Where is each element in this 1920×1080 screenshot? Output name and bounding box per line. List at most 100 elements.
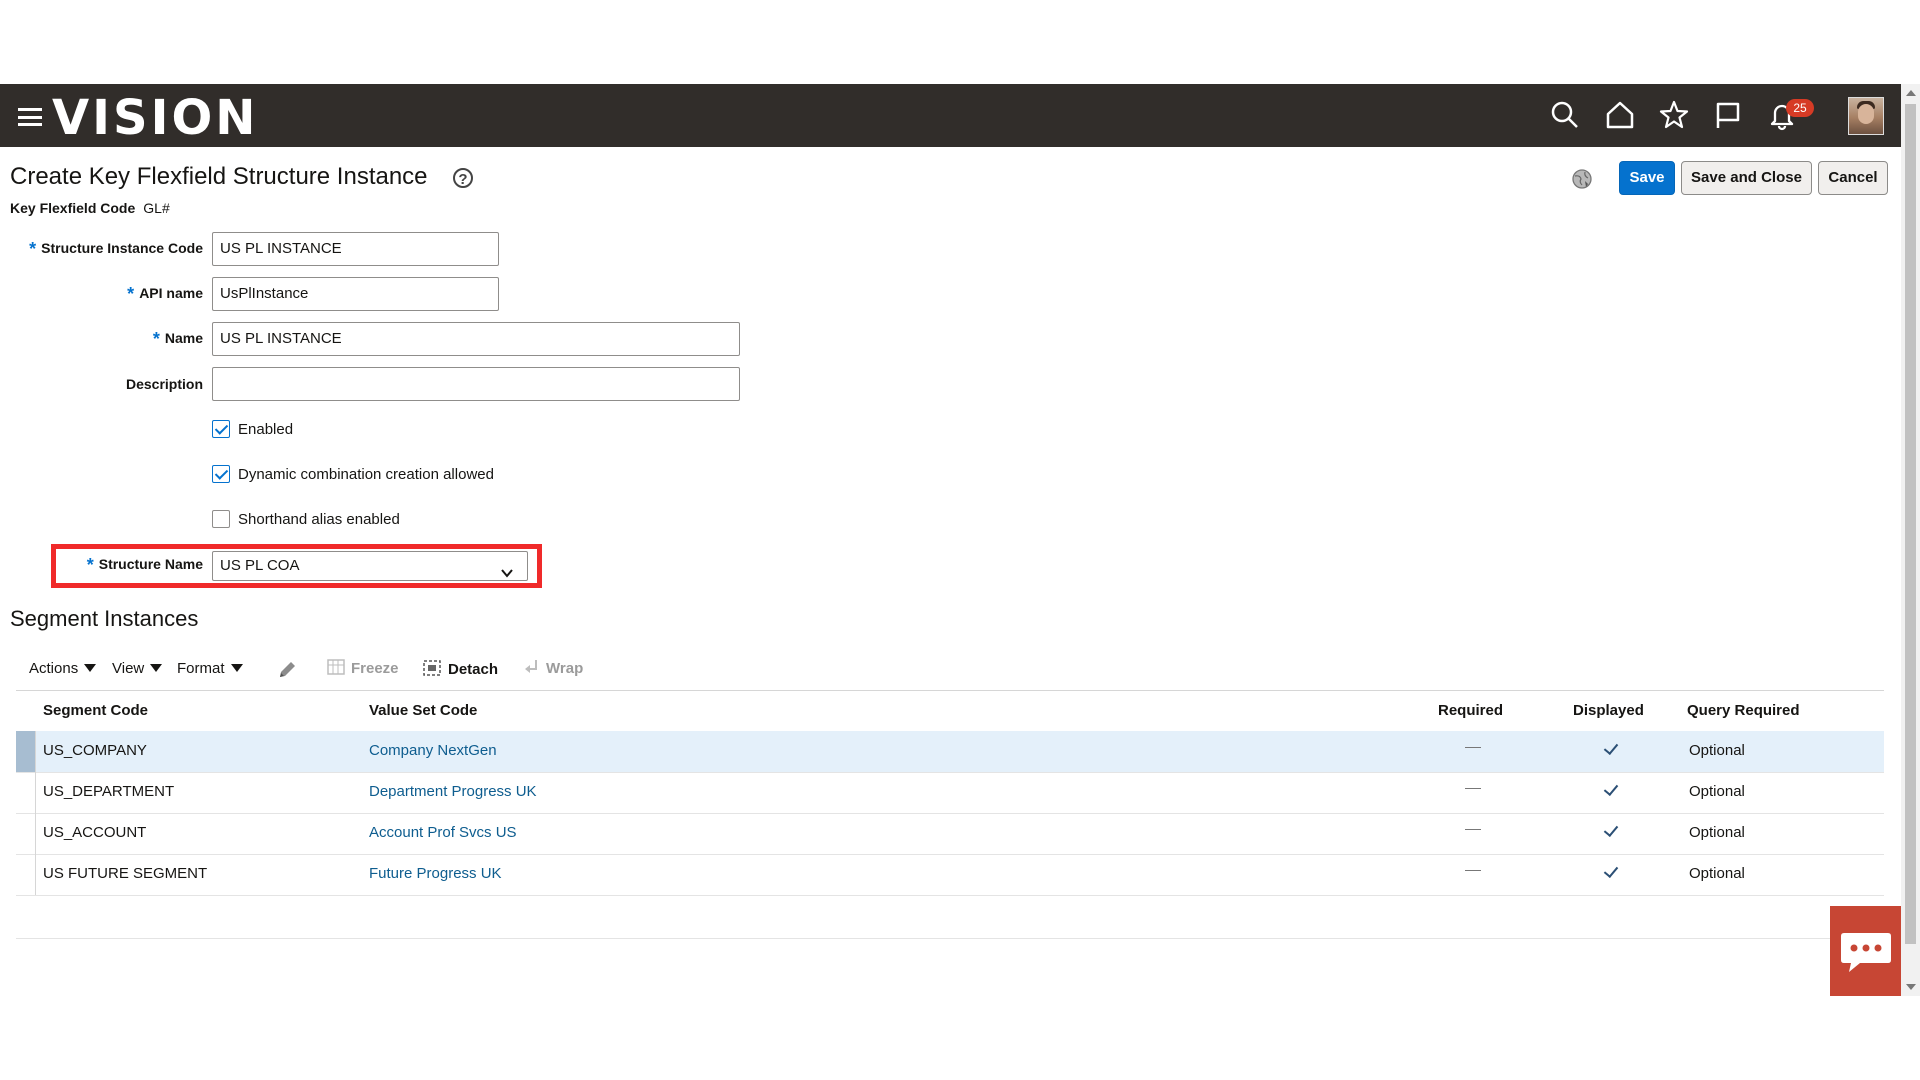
- description-label: Description: [125, 376, 203, 392]
- search-icon[interactable]: [1549, 99, 1581, 131]
- avatar[interactable]: [1848, 97, 1884, 135]
- enabled-label: Enabled: [238, 421, 294, 438]
- required-empty-indicator: [1465, 829, 1481, 830]
- chat-button[interactable]: [1830, 906, 1901, 996]
- view-menu[interactable]: View: [112, 658, 163, 680]
- star-icon[interactable]: [1658, 99, 1690, 131]
- value-set-code-link[interactable]: Department Progress UK: [369, 783, 537, 800]
- table-footer-divider: [16, 938, 1884, 939]
- dropdown-arrow-icon: [230, 664, 243, 672]
- shorthand-alias-checkbox[interactable]: [212, 510, 230, 528]
- api-name-label: * API name: [127, 284, 203, 304]
- displayed-check-icon: [1603, 821, 1619, 838]
- key-flexfield-code: Key Flexfield Code GL#: [10, 200, 170, 216]
- column-header-required[interactable]: Required: [1438, 702, 1503, 719]
- dynamic-combination-checkbox-row[interactable]: Dynamic combination creation allowed: [212, 465, 494, 483]
- dynamic-combination-checkbox[interactable]: [212, 465, 230, 483]
- required-marker: *: [127, 284, 135, 304]
- structure-instance-code-field[interactable]: US PL INSTANCE: [212, 232, 499, 266]
- column-header-displayed[interactable]: Displayed: [1573, 702, 1644, 719]
- column-header-segment-code[interactable]: Segment Code: [43, 702, 148, 719]
- row-divider: [35, 854, 36, 895]
- row-selection-indicator[interactable]: [16, 813, 35, 854]
- notification-badge: 25: [1786, 99, 1814, 117]
- query-required-cell: Optional: [1689, 742, 1745, 759]
- query-required-cell: Optional: [1689, 824, 1745, 841]
- wrap-icon: [525, 660, 537, 673]
- row-divider: [35, 813, 36, 854]
- column-header-value-set-code[interactable]: Value Set Code: [369, 702, 477, 719]
- home-icon[interactable]: [1604, 99, 1636, 131]
- key-flexfield-code-value: GL#: [143, 200, 170, 216]
- dropdown-arrow-icon: [84, 664, 97, 672]
- key-flexfield-code-label: Key Flexfield Code: [10, 200, 136, 216]
- name-field[interactable]: US PL INSTANCE: [212, 322, 740, 356]
- flag-icon[interactable]: [1712, 99, 1744, 131]
- row-selection-indicator[interactable]: [16, 772, 35, 813]
- scroll-down-arrow-icon[interactable]: [1906, 984, 1916, 990]
- query-required-cell: Optional: [1689, 783, 1745, 800]
- actions-menu[interactable]: Actions: [29, 658, 97, 680]
- structure-instance-code-label: * Structure Instance Code: [29, 239, 203, 259]
- format-menu[interactable]: Format: [177, 658, 243, 680]
- wrap-button[interactable]: Wrap: [522, 658, 583, 680]
- required-marker: *: [152, 329, 160, 349]
- displayed-check-icon: [1603, 739, 1619, 756]
- row-selection-indicator[interactable]: [16, 854, 35, 895]
- structure-name-label: * Structure Name: [86, 555, 203, 575]
- enabled-checkbox-row[interactable]: Enabled: [212, 420, 293, 438]
- required-marker: *: [29, 239, 37, 259]
- segment-code-cell: US FUTURE SEGMENT: [43, 865, 208, 882]
- vertical-scrollbar[interactable]: [1901, 84, 1920, 996]
- structure-name-value: US PL COA: [220, 557, 300, 574]
- row-divider: [35, 772, 36, 813]
- dynamic-combination-label: Dynamic combination creation allowed: [238, 466, 494, 483]
- enabled-checkbox[interactable]: [212, 420, 230, 438]
- freeze-icon: [327, 659, 345, 675]
- global-header: VISION 25: [0, 84, 1920, 147]
- detach-button[interactable]: Detach: [422, 658, 498, 681]
- top-blank-area: [0, 0, 1920, 84]
- required-empty-indicator: [1465, 870, 1481, 871]
- save-button[interactable]: Save: [1619, 161, 1675, 195]
- shorthand-alias-label: Shorthand alias enabled: [238, 511, 400, 528]
- api-name-field[interactable]: UsPlInstance: [212, 277, 499, 311]
- scrollbar-thumb[interactable]: [1905, 104, 1916, 944]
- scroll-up-arrow-icon[interactable]: [1906, 90, 1916, 96]
- detach-icon: [423, 660, 441, 676]
- table-row[interactable]: US_DEPARTMENT Department Progress UK Opt…: [16, 772, 1884, 814]
- required-marker: *: [86, 555, 94, 575]
- name-label: * Name: [152, 329, 203, 349]
- structure-name-select[interactable]: US PL COA: [212, 551, 528, 581]
- segment-instances-title: Segment Instances: [10, 606, 199, 631]
- required-empty-indicator: [1465, 747, 1481, 748]
- shorthand-alias-checkbox-row[interactable]: Shorthand alias enabled: [212, 510, 400, 528]
- table-row[interactable]: US_COMPANY Company NextGen Optional: [16, 731, 1884, 773]
- save-and-close-button[interactable]: Save and Close: [1681, 161, 1812, 195]
- value-set-code-link[interactable]: Future Progress UK: [369, 865, 502, 882]
- query-required-cell: Optional: [1689, 865, 1745, 882]
- chat-icon: [1841, 933, 1891, 972]
- value-set-code-link[interactable]: Company NextGen: [369, 742, 497, 759]
- table-row[interactable]: US_ACCOUNT Account Prof Svcs US Optional: [16, 813, 1884, 855]
- cancel-button[interactable]: Cancel: [1818, 161, 1888, 195]
- freeze-button[interactable]: Freeze: [327, 658, 399, 680]
- dropdown-arrow-icon: [150, 664, 163, 672]
- displayed-check-icon: [1603, 862, 1619, 879]
- description-field[interactable]: [212, 367, 740, 401]
- menu-icon[interactable]: [18, 108, 42, 126]
- page-title: Create Key Flexfield Structure Instance: [10, 163, 428, 190]
- globe-icon[interactable]: [1571, 168, 1593, 190]
- help-icon[interactable]: ?: [453, 168, 473, 188]
- table-row[interactable]: US FUTURE SEGMENT Future Progress UK Opt…: [16, 854, 1884, 896]
- chevron-down-icon[interactable]: [501, 561, 513, 578]
- row-selection-indicator[interactable]: [16, 731, 35, 772]
- segment-code-cell: US_COMPANY: [43, 742, 147, 759]
- edit-pencil-icon[interactable]: [276, 659, 298, 688]
- vision-logo[interactable]: VISION: [52, 88, 258, 148]
- segment-code-cell: US_DEPARTMENT: [43, 783, 175, 800]
- displayed-check-icon: [1603, 780, 1619, 797]
- value-set-code-link[interactable]: Account Prof Svcs US: [369, 824, 517, 841]
- column-header-query-required[interactable]: Query Required: [1687, 702, 1800, 719]
- row-divider: [35, 731, 36, 772]
